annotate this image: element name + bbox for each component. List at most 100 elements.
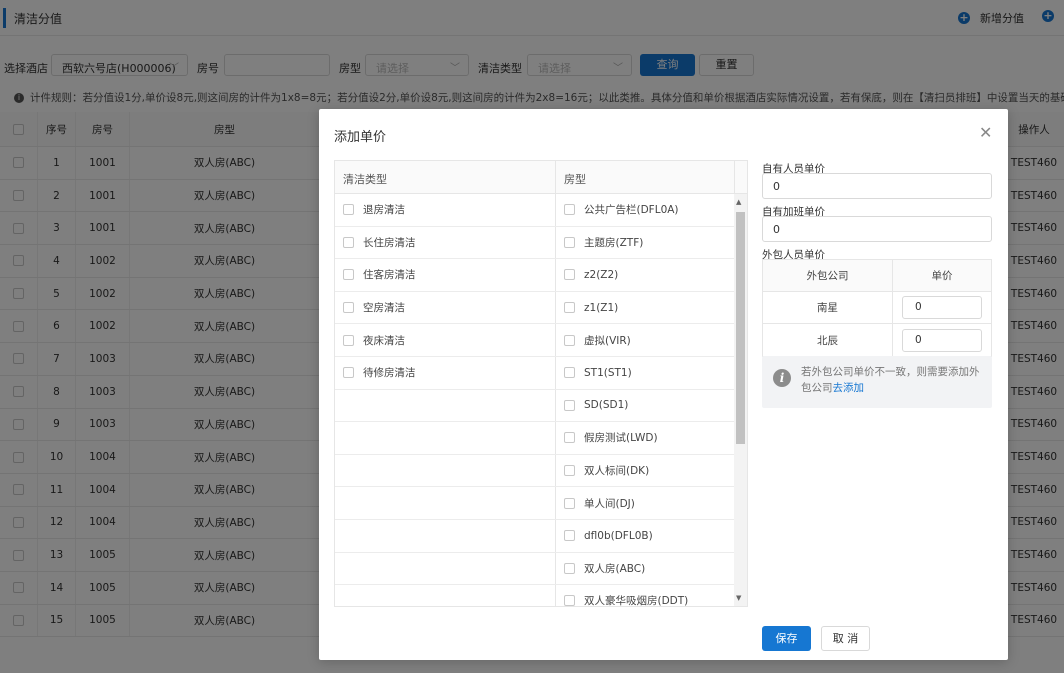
clean-type-label: 退房清洁 — [363, 204, 405, 217]
grid-row: 双人豪华吸烟房(DDT) — [335, 585, 734, 607]
grid-header-clean-type: 清洁类型 — [343, 173, 387, 186]
room-type-option[interactable]: 双人房(ABC) — [564, 553, 645, 585]
room-type-checkbox[interactable] — [564, 497, 575, 509]
room-type-checkbox[interactable] — [564, 236, 575, 248]
dialog-title: 添加单价 — [334, 130, 387, 145]
room-type-checkbox[interactable] — [564, 562, 575, 574]
outsource-price-input[interactable]: 0 — [902, 296, 982, 319]
room-type-option[interactable]: dfl0b(DFL0B) — [564, 520, 653, 552]
clean-type-option[interactable]: 空房清洁 — [343, 292, 405, 324]
room-type-label: dfl0b(DFL0B) — [584, 529, 653, 542]
clean-type-checkbox[interactable] — [343, 269, 354, 281]
grid-row: 空房清洁 z1(Z1) — [335, 292, 734, 325]
room-type-checkbox[interactable] — [564, 269, 575, 281]
scroll-down-arrow-icon[interactable]: ▼ — [736, 594, 741, 602]
outsource-table: 外包公司 单价 南星 0 北辰 0 — [762, 259, 992, 357]
room-type-label: z1(Z1) — [584, 301, 619, 314]
column-divider — [734, 161, 735, 194]
outsource-row: 南星 0 — [763, 292, 991, 324]
room-type-checkbox[interactable] — [564, 465, 575, 477]
outsource-price-cell: 0 — [893, 292, 991, 323]
overtime-price-input[interactable]: 0 — [762, 216, 992, 242]
clean-type-checkbox[interactable] — [343, 302, 354, 314]
grid-row: 住客房清洁 z2(Z2) — [335, 259, 734, 292]
grid-row: 长住房清洁 主题房(ZTF) — [335, 227, 734, 260]
room-type-label: 假房测试(LWD) — [584, 432, 658, 445]
outsource-col-price: 单价 — [931, 270, 953, 282]
room-type-option[interactable]: 单人间(DJ) — [564, 487, 635, 519]
room-type-label: 公共广告栏(DFL0A) — [584, 204, 679, 217]
scroll-up-arrow-icon[interactable]: ▲ — [736, 198, 741, 206]
scrollbar-thumb[interactable] — [736, 212, 745, 444]
room-type-label: z2(Z2) — [584, 268, 619, 281]
clean-type-label: 待修房清洁 — [363, 367, 416, 380]
grid-row: SD(SD1) — [335, 390, 734, 423]
room-type-checkbox[interactable] — [564, 432, 575, 444]
grid-row: 双人标间(DK) — [335, 455, 734, 488]
outsource-row: 北辰 0 — [763, 324, 991, 356]
grid-header-room-type: 房型 — [564, 173, 586, 186]
room-type-option[interactable]: z1(Z1) — [564, 292, 618, 324]
room-type-label: SD(SD1) — [584, 399, 629, 412]
outsource-price-input[interactable]: 0 — [902, 328, 982, 352]
clean-type-label: 住客房清洁 — [363, 269, 416, 282]
clean-type-label: 空房清洁 — [363, 302, 405, 315]
grid-scrollbar[interactable]: ▲ ▼ — [734, 194, 747, 606]
room-type-option[interactable]: 双人标间(DK) — [564, 455, 649, 487]
clean-type-option[interactable]: 长住房清洁 — [343, 227, 416, 259]
clean-type-checkbox[interactable] — [343, 236, 354, 248]
clean-type-option[interactable]: 退房清洁 — [343, 194, 405, 226]
room-type-option[interactable]: 假房测试(LWD) — [564, 422, 658, 454]
room-type-option[interactable]: SD(SD1) — [564, 390, 628, 422]
clean-type-label: 长住房清洁 — [363, 236, 416, 249]
grid-row: 假房测试(LWD) — [335, 422, 734, 455]
grid-row: 双人房(ABC) — [335, 553, 734, 586]
grid-row: 单人间(DJ) — [335, 487, 734, 520]
room-type-label: 主题房(ZTF) — [584, 236, 644, 249]
own-price-input[interactable]: 0 — [762, 173, 992, 199]
room-type-label: 双人标间(DK) — [584, 465, 650, 478]
info-icon: i — [773, 369, 791, 387]
room-type-label: 双人豪华吸烟房(DDT) — [584, 595, 689, 607]
room-type-label: 单人间(DJ) — [584, 497, 635, 510]
room-type-option[interactable]: z2(Z2) — [564, 259, 618, 291]
room-type-checkbox[interactable] — [564, 530, 575, 542]
add-outsource-link[interactable]: 去添加 — [833, 382, 865, 394]
outsource-header-row: 外包公司 单价 — [763, 260, 991, 292]
room-type-checkbox[interactable] — [564, 399, 575, 411]
type-grid: 清洁类型 房型 退房清洁 公共广告栏(DFL0A) 长住房清洁 主题房(ZTF) 住客房… — [334, 160, 748, 607]
room-type-checkbox[interactable] — [564, 334, 575, 346]
clean-type-checkbox[interactable] — [343, 334, 354, 346]
grid-row: 夜床清洁 虚拟(VIR) — [335, 324, 734, 357]
clean-type-checkbox[interactable] — [343, 367, 354, 379]
grid-header: 清洁类型 房型 — [335, 161, 747, 194]
room-type-checkbox[interactable] — [564, 367, 575, 379]
room-type-option[interactable]: 主题房(ZTF) — [564, 227, 643, 259]
room-type-checkbox[interactable] — [564, 204, 575, 216]
close-icon[interactable]: ✕ — [979, 123, 992, 142]
room-type-label: 虚拟(VIR) — [584, 334, 631, 347]
room-type-label: ST1(ST1) — [584, 366, 632, 379]
clean-type-label: 夜床清洁 — [363, 334, 405, 347]
add-price-dialog: 添加单价 ✕ 清洁类型 房型 退房清洁 公共广告栏(DFL0A) 长住房清洁 主题房(… — [319, 109, 1008, 660]
cancel-button[interactable]: 取 消 — [821, 626, 870, 651]
room-type-checkbox[interactable] — [564, 595, 575, 606]
room-type-option[interactable]: ST1(ST1) — [564, 357, 632, 389]
room-type-option[interactable]: 双人豪华吸烟房(DDT) — [564, 585, 689, 607]
outsource-col-company: 外包公司 — [763, 260, 893, 291]
room-type-label: 双人房(ABC) — [584, 562, 646, 575]
outsource-tip: i 若外包公司单价不一致，则需要添加外包公司去添加 — [762, 356, 992, 408]
clean-type-option[interactable]: 夜床清洁 — [343, 324, 405, 356]
room-type-checkbox[interactable] — [564, 302, 575, 314]
tip-text: 若外包公司单价不一致，则需要添加外包公司 — [801, 366, 980, 394]
clean-type-option[interactable]: 待修房清洁 — [343, 357, 416, 389]
clean-type-option[interactable]: 住客房清洁 — [343, 259, 416, 291]
outsource-price-cell: 0 — [893, 324, 991, 356]
outsource-company: 北辰 — [763, 324, 893, 356]
clean-type-checkbox[interactable] — [343, 204, 354, 216]
grid-row: 待修房清洁 ST1(ST1) — [335, 357, 734, 390]
room-type-option[interactable]: 虚拟(VIR) — [564, 324, 631, 356]
room-type-option[interactable]: 公共广告栏(DFL0A) — [564, 194, 679, 226]
grid-row: 退房清洁 公共广告栏(DFL0A) — [335, 194, 734, 227]
save-button[interactable]: 保存 — [762, 626, 811, 651]
